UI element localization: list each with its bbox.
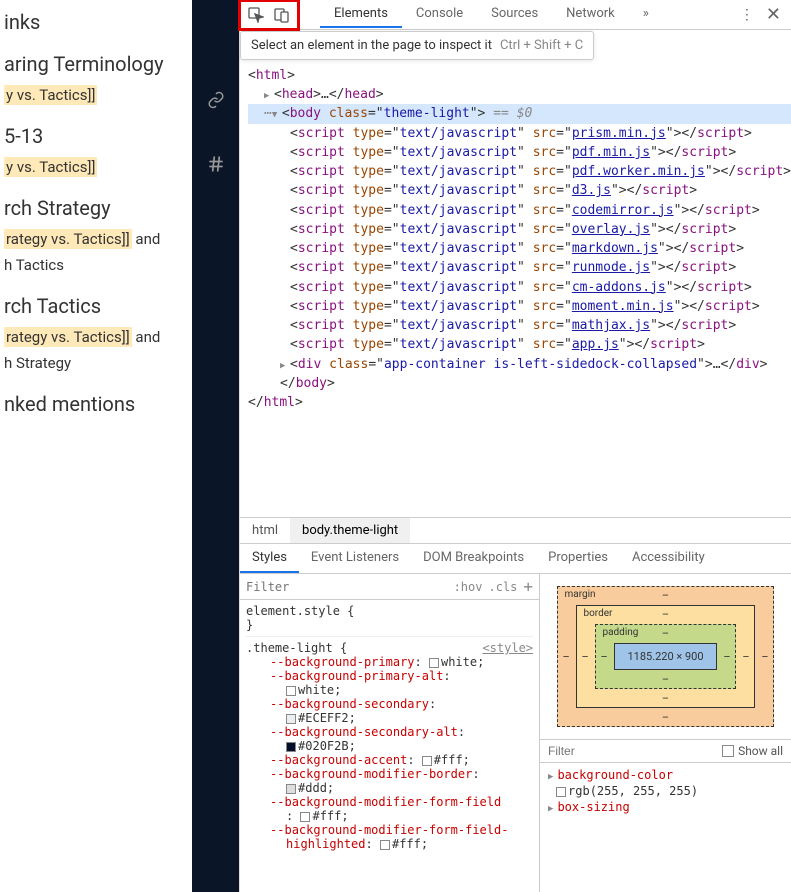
close-icon[interactable]: ✕ bbox=[766, 4, 781, 25]
dom-node[interactable]: ▶<div class="app-container is-left-sided… bbox=[248, 355, 791, 374]
sidebar-heading: 5-13 bbox=[0, 124, 192, 148]
bm-content: 1185.220 × 900 bbox=[614, 643, 716, 670]
sidebar-heading: rch Tactics bbox=[0, 294, 192, 318]
box-model[interactable]: margin –––– border –––– padding –––– 118… bbox=[540, 574, 791, 739]
sidebar-item[interactable]: y vs. Tactics]] bbox=[0, 84, 192, 106]
dom-node[interactable]: <script type="text/javascript" src="pdf.… bbox=[248, 162, 791, 181]
device-toggle-icon[interactable] bbox=[273, 6, 291, 24]
sidebar-heading: rch Strategy bbox=[0, 196, 192, 220]
styles-filter-input[interactable] bbox=[246, 580, 448, 594]
devtools-tabs: Elements Console Sources Network » bbox=[320, 1, 663, 28]
sidebar-item[interactable]: rategy vs. Tactics]] and bbox=[0, 228, 192, 250]
tab-properties[interactable]: Properties bbox=[536, 544, 620, 573]
tab-accessibility[interactable]: Accessibility bbox=[620, 544, 717, 573]
computed-property[interactable]: ▶box-sizing bbox=[548, 799, 783, 815]
dom-node[interactable]: <script type="text/javascript" src="code… bbox=[248, 201, 791, 220]
dom-node[interactable]: <script type="text/javascript" src="over… bbox=[248, 220, 791, 239]
dom-node[interactable]: <script type="text/javascript" src="mome… bbox=[248, 297, 791, 316]
sidebar-heading: nked mentions bbox=[0, 392, 192, 416]
styles-tabs: Styles Event Listeners DOM Breakpoints P… bbox=[240, 544, 791, 574]
hov-toggle[interactable]: :hov bbox=[454, 580, 483, 594]
sidebar-item[interactable]: h Tactics bbox=[0, 254, 192, 276]
cls-toggle[interactable]: .cls bbox=[488, 580, 517, 594]
bm-padding-label: padding bbox=[602, 627, 638, 638]
dom-node[interactable]: <script type="text/javascript" src="pdf.… bbox=[248, 143, 791, 162]
bm-border-label: border bbox=[583, 608, 612, 619]
bm-margin-label: margin bbox=[564, 589, 595, 600]
dom-node[interactable]: <script type="text/javascript" src="cm-a… bbox=[248, 278, 791, 297]
tab-styles[interactable]: Styles bbox=[240, 544, 299, 573]
show-all-toggle[interactable]: Show all bbox=[722, 744, 783, 758]
sidebar-item[interactable]: y vs. Tactics]] bbox=[0, 156, 192, 178]
tab-event-listeners[interactable]: Event Listeners bbox=[299, 544, 411, 573]
tab-sources[interactable]: Sources bbox=[477, 1, 552, 28]
tab-console[interactable]: Console bbox=[402, 1, 477, 28]
sidebar-item[interactable]: rategy vs. Tactics]] and bbox=[0, 326, 192, 348]
checkbox-icon[interactable] bbox=[722, 745, 734, 757]
computed-filter-input[interactable] bbox=[548, 744, 714, 758]
breadcrumb-item[interactable]: html bbox=[240, 518, 290, 543]
dom-node[interactable]: <script type="text/javascript" src="d3.j… bbox=[248, 181, 791, 200]
tab-elements[interactable]: Elements bbox=[320, 1, 402, 28]
dom-tree[interactable]: <html> ▶<head>…</head> ⋯▼<body class="th… bbox=[240, 62, 791, 517]
kebab-menu-icon[interactable]: ⋮ bbox=[740, 7, 754, 23]
styles-panel: :hov .cls + element.style { } <style> .t… bbox=[240, 574, 540, 892]
link-icon[interactable] bbox=[207, 90, 225, 114]
tab-more[interactable]: » bbox=[629, 1, 663, 28]
sidebar-heading: inks bbox=[0, 10, 192, 34]
inspect-tooltip: Select an element in the page to inspect… bbox=[240, 31, 594, 60]
dom-node[interactable]: <script type="text/javascript" src="mark… bbox=[248, 239, 791, 258]
rule-source-link[interactable]: <style> bbox=[482, 641, 533, 655]
dom-node[interactable]: <html> bbox=[248, 66, 791, 85]
sidebar-heading: aring Terminology bbox=[0, 52, 192, 76]
inspect-element-icon[interactable] bbox=[247, 6, 265, 24]
devtools-toolbar: Elements Console Sources Network » ⋮ ✕ S… bbox=[240, 0, 791, 30]
inspect-button-highlight bbox=[238, 0, 300, 31]
dom-node[interactable]: <script type="text/javascript" src="runm… bbox=[248, 258, 791, 277]
dom-node[interactable]: <script type="text/javascript" src="pris… bbox=[248, 124, 791, 143]
computed-property[interactable]: ▶background-color bbox=[548, 767, 783, 783]
dom-node[interactable]: <script type="text/javascript" src="math… bbox=[248, 316, 791, 335]
dom-node[interactable]: <script type="text/javascript" src="app.… bbox=[248, 335, 791, 354]
dom-node-selected[interactable]: ⋯▼<body class="theme-light"> == $0 bbox=[248, 104, 791, 123]
hash-icon[interactable] bbox=[206, 154, 226, 179]
sidebar-item[interactable]: h Strategy bbox=[0, 352, 192, 374]
app-sidebar: inks aring Terminology y vs. Tactics]] 5… bbox=[0, 0, 192, 892]
new-style-rule-icon[interactable]: + bbox=[523, 577, 533, 596]
tooltip-text: Select an element in the page to inspect… bbox=[251, 38, 492, 53]
dom-node[interactable]: </body> bbox=[248, 374, 791, 393]
dom-breadcrumb: html body.theme-light bbox=[240, 517, 791, 544]
dom-node[interactable]: </html> bbox=[248, 393, 791, 412]
app-ribbon bbox=[192, 0, 239, 892]
tab-dom-breakpoints[interactable]: DOM Breakpoints bbox=[411, 544, 536, 573]
tooltip-shortcut: Ctrl + Shift + C bbox=[500, 38, 583, 53]
css-rule[interactable]: .theme-light { bbox=[246, 641, 347, 655]
computed-panel: margin –––– border –––– padding –––– 118… bbox=[540, 574, 791, 892]
dom-node[interactable]: ▶<head>…</head> bbox=[248, 85, 791, 104]
css-rule[interactable]: element.style { bbox=[246, 604, 533, 618]
devtools-panel: Elements Console Sources Network » ⋮ ✕ S… bbox=[239, 0, 791, 892]
breadcrumb-item[interactable]: body.theme-light bbox=[290, 518, 410, 543]
tab-network[interactable]: Network bbox=[552, 1, 629, 28]
